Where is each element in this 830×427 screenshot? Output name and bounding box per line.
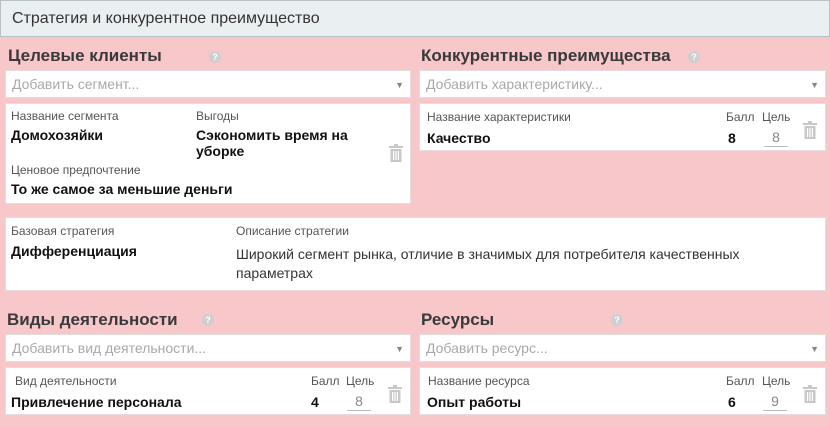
goal-label: Цель [346, 374, 375, 388]
strategy-description-value[interactable]: Широкий сегмент рынка, отличие в значимы… [236, 245, 740, 283]
chevron-down-icon: ▼ [395, 344, 404, 354]
trash-icon[interactable] [802, 385, 818, 403]
resource-name-label: Название ресурса [428, 374, 530, 388]
add-characteristic-select[interactable]: Добавить характеристику... ▼ [419, 70, 826, 98]
characteristic-name-label: Название характеристики [427, 110, 571, 124]
trash-icon[interactable] [387, 385, 403, 403]
score-label: Балл [726, 374, 755, 388]
help-circle-icon[interactable]: ? [611, 314, 623, 326]
add-activity-select[interactable]: Добавить вид деятельности... ▼ [5, 334, 411, 362]
segment-name-value[interactable]: Домохозяйки [11, 127, 103, 143]
resources-title: Ресурсы [421, 310, 495, 329]
activities-title: Виды деятельности [7, 310, 178, 329]
segment-name-label: Название сегмента [11, 109, 119, 123]
chevron-down-icon: ▼ [810, 344, 819, 354]
strategy-card: Базовая стратегия Дифференциация Описани… [5, 217, 826, 291]
benefits-value[interactable]: Сэкономить время на уборке [196, 127, 348, 159]
base-strategy-value[interactable]: Дифференциация [11, 243, 137, 259]
score-value: 6 [728, 394, 736, 410]
add-segment-placeholder: Добавить сегмент... [12, 76, 140, 92]
base-strategy-label: Базовая стратегия [11, 224, 115, 238]
goal-input[interactable]: 8 [347, 393, 371, 411]
trash-icon[interactable] [802, 121, 818, 139]
help-circle-icon[interactable]: ? [202, 314, 214, 326]
characteristic-name-value[interactable]: Качество [427, 130, 491, 146]
benefits-value-line1: Сэкономить время на [196, 127, 348, 143]
goal-label: Цель [762, 374, 791, 388]
segment-card: Название сегмента Домохозяйки Выгоды Сэк… [5, 103, 411, 204]
target-clients-title: Целевые клиенты [8, 46, 162, 65]
strategy-description-line1: Широкий сегмент рынка, отличие в значимы… [236, 246, 740, 262]
benefits-label: Выгоды [196, 109, 239, 123]
strategy-description-label: Описание стратегии [236, 224, 349, 238]
score-value: 8 [728, 130, 736, 146]
score-value: 4 [311, 394, 319, 410]
chevron-down-icon: ▼ [810, 80, 819, 90]
goal-input[interactable]: 8 [764, 129, 788, 147]
page-title: Стратегия и конкурентное преимущество [12, 9, 320, 27]
strategy-description-line2: параметрах [236, 265, 313, 281]
competitive-advantages-title: Конкурентные преимущества [421, 46, 671, 65]
price-preference-label: Ценовое предпочтение [11, 163, 141, 177]
add-activity-placeholder: Добавить вид деятельности... [12, 340, 207, 356]
score-label: Балл [311, 374, 340, 388]
goal-input[interactable]: 9 [763, 393, 787, 411]
score-label: Балл [726, 110, 755, 124]
chevron-down-icon: ▼ [395, 80, 404, 90]
help-circle-icon[interactable]: ? [688, 51, 700, 63]
activity-name-label: Вид деятельности [15, 374, 117, 388]
add-characteristic-placeholder: Добавить характеристику... [426, 76, 603, 92]
help-circle-icon[interactable]: ? [209, 51, 221, 63]
activity-card: Вид деятельности Балл Цель Привлечение п… [5, 367, 411, 415]
resource-card: Название ресурса Балл Цель Опыт работы 6… [419, 367, 826, 415]
goal-label: Цель [762, 110, 791, 124]
resource-name-value[interactable]: Опыт работы [427, 394, 521, 410]
add-segment-select[interactable]: Добавить сегмент... ▼ [5, 70, 411, 98]
price-preference-value[interactable]: То же самое за меньшие деньги [11, 181, 232, 197]
add-resource-placeholder: Добавить ресурс... [426, 340, 548, 356]
activity-name-value[interactable]: Привлечение персонала [11, 394, 182, 410]
characteristic-card: Название характеристики Балл Цель Качест… [419, 103, 826, 151]
benefits-value-line2: уборке [196, 143, 245, 159]
trash-icon[interactable] [388, 144, 404, 162]
section-header: Стратегия и конкурентное преимущество [0, 0, 830, 37]
add-resource-select[interactable]: Добавить ресурс... ▼ [419, 334, 826, 362]
